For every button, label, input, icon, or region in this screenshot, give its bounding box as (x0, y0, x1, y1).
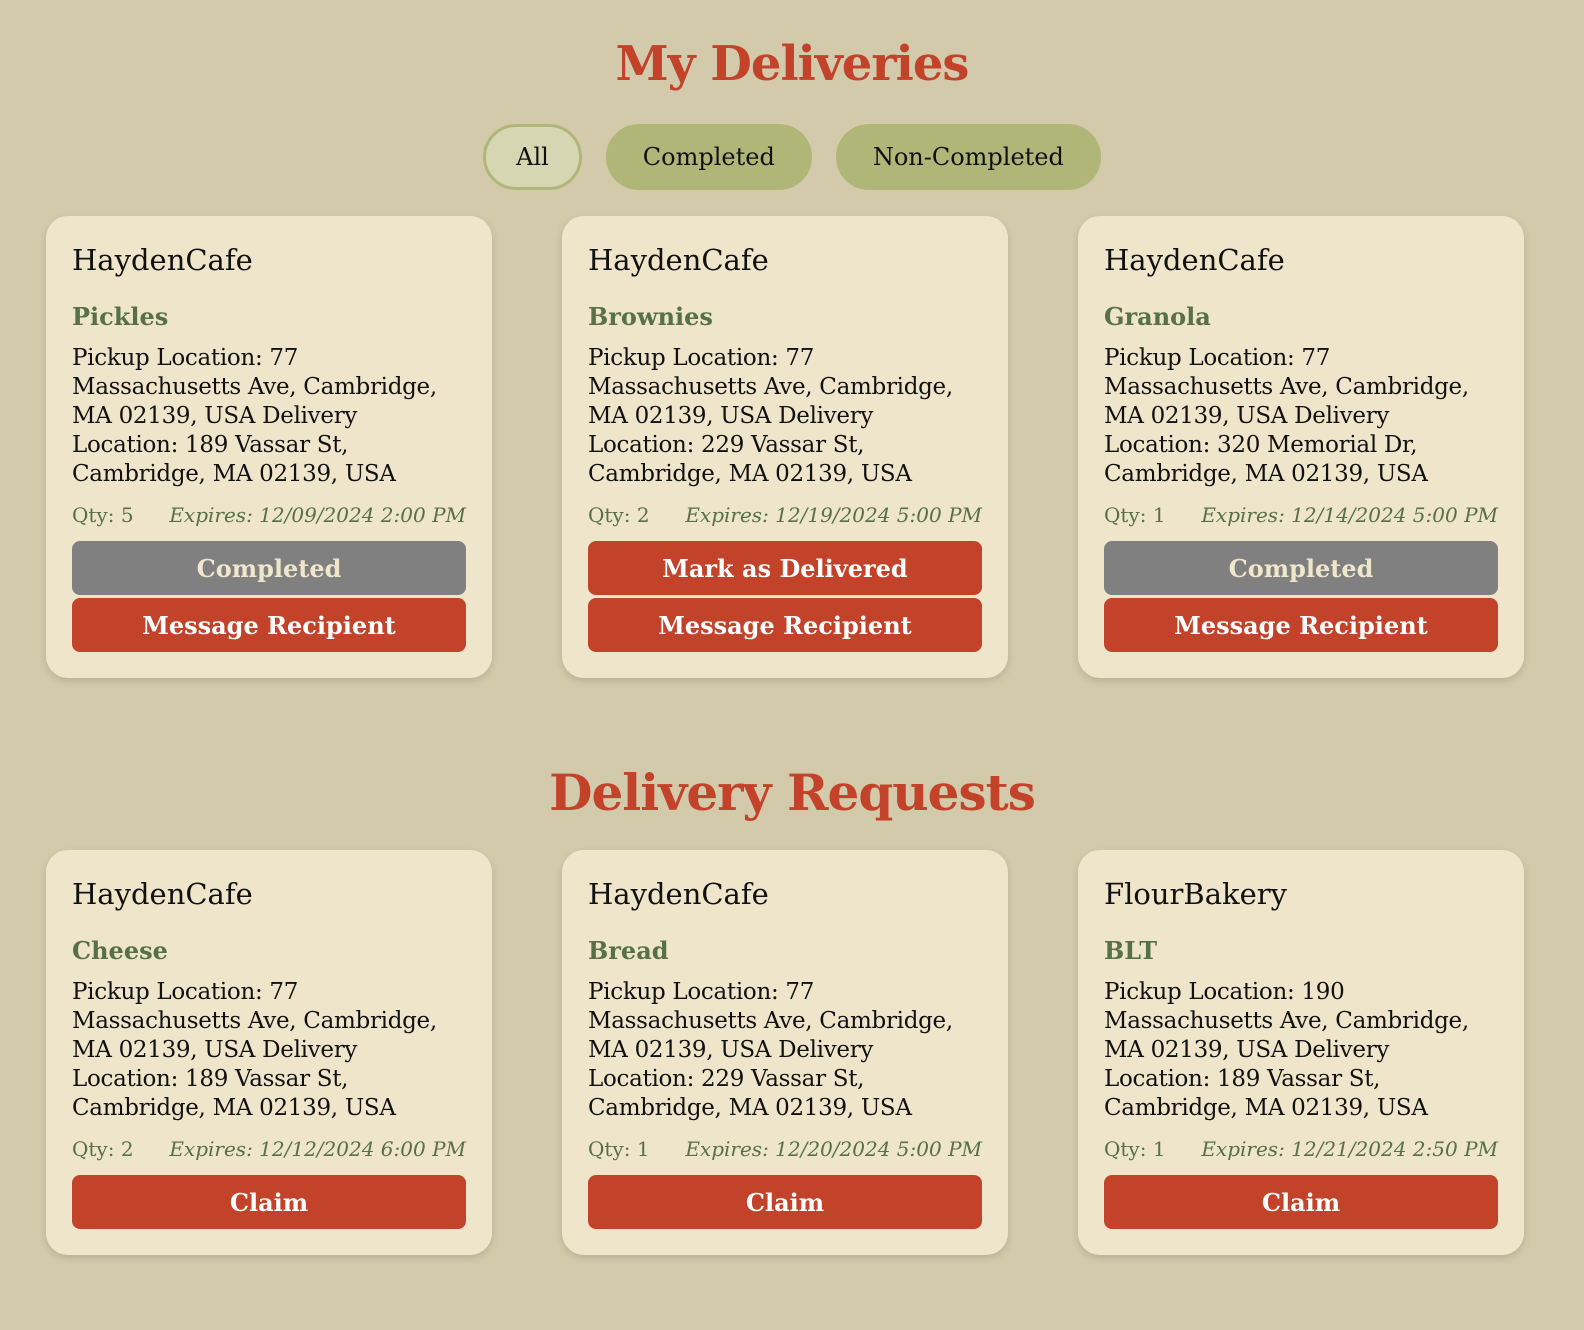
card-meta: Qty: 2 Expires: 12/12/2024 6:00 PM (72, 1137, 466, 1161)
expiration: Expires: 12/19/2024 5:00 PM (685, 503, 982, 527)
filter-non-completed-button[interactable]: Non-Completed (835, 124, 1101, 190)
delivery-filters: All Completed Non-Completed (0, 124, 1584, 190)
item-name: Cheese (72, 936, 168, 965)
card-meta: Qty: 1 Expires: 12/21/2024 2:50 PM (1104, 1137, 1498, 1161)
vendor-name: HaydenCafe (72, 243, 253, 277)
delivery-card: HaydenCafe Pickles Pickup Location: 77 M… (46, 216, 492, 678)
filter-completed-button[interactable]: Completed (605, 124, 812, 190)
item-name: Granola (1104, 302, 1211, 331)
vendor-name: FlourBakery (1104, 877, 1287, 911)
location-details: Pickup Location: 77 Massachusetts Ave, C… (1104, 345, 1469, 487)
vendor-name: HaydenCafe (1104, 243, 1285, 277)
delivery-requests-title: Delivery Requests (549, 763, 1036, 822)
expiration: Expires: 12/21/2024 2:50 PM (1201, 1137, 1498, 1161)
item-name: Brownies (588, 302, 713, 331)
location-details: Pickup Location: 77 Massachusetts Ave, C… (588, 979, 953, 1121)
item-name: BLT (1104, 936, 1158, 965)
delivery-requests-list: HaydenCafe Cheese Pickup Location: 77 Ma… (46, 850, 1584, 1255)
item-name: Bread (588, 936, 669, 965)
location-details: Pickup Location: 77 Massachusetts Ave, C… (72, 345, 437, 487)
location-details: Pickup Location: 190 Massachusetts Ave, … (1104, 979, 1469, 1121)
completed-button[interactable]: Completed (72, 541, 466, 595)
mark-as-delivered-button[interactable]: Mark as Delivered (588, 541, 982, 595)
request-card: FlourBakery BLT Pickup Location: 190 Mas… (1078, 850, 1524, 1255)
location-details: Pickup Location: 77 Massachusetts Ave, C… (72, 979, 437, 1121)
card-meta: Qty: 5 Expires: 12/09/2024 2:00 PM (72, 503, 466, 527)
quantity: Qty: 2 (588, 503, 650, 527)
vendor-name: HaydenCafe (72, 877, 253, 911)
quantity: Qty: 1 (1104, 1137, 1166, 1161)
quantity: Qty: 2 (72, 1137, 134, 1161)
filter-all-button[interactable]: All (483, 124, 582, 190)
expiration: Expires: 12/20/2024 5:00 PM (685, 1137, 982, 1161)
quantity: Qty: 1 (1104, 503, 1166, 527)
message-recipient-button[interactable]: Message Recipient (1104, 598, 1498, 652)
quantity: Qty: 1 (588, 1137, 650, 1161)
claim-button[interactable]: Claim (72, 1175, 466, 1229)
completed-button[interactable]: Completed (1104, 541, 1498, 595)
claim-button[interactable]: Claim (1104, 1175, 1498, 1229)
message-recipient-button[interactable]: Message Recipient (588, 598, 982, 652)
request-card: HaydenCafe Bread Pickup Location: 77 Mas… (562, 850, 1008, 1255)
expiration: Expires: 12/09/2024 2:00 PM (169, 503, 466, 527)
vendor-name: HaydenCafe (588, 877, 769, 911)
card-meta: Qty: 1 Expires: 12/20/2024 5:00 PM (588, 1137, 982, 1161)
message-recipient-button[interactable]: Message Recipient (72, 598, 466, 652)
location-details: Pickup Location: 77 Massachusetts Ave, C… (588, 345, 953, 487)
card-meta: Qty: 1 Expires: 12/14/2024 5:00 PM (1104, 503, 1498, 527)
expiration: Expires: 12/12/2024 6:00 PM (169, 1137, 466, 1161)
my-deliveries-title: My Deliveries (615, 36, 970, 92)
item-name: Pickles (72, 302, 169, 331)
delivery-card: HaydenCafe Granola Pickup Location: 77 M… (1078, 216, 1524, 678)
vendor-name: HaydenCafe (588, 243, 769, 277)
claim-button[interactable]: Claim (588, 1175, 982, 1229)
quantity: Qty: 5 (72, 503, 134, 527)
request-card: HaydenCafe Cheese Pickup Location: 77 Ma… (46, 850, 492, 1255)
delivery-card: HaydenCafe Brownies Pickup Location: 77 … (562, 216, 1008, 678)
expiration: Expires: 12/14/2024 5:00 PM (1201, 503, 1498, 527)
my-deliveries-list: HaydenCafe Pickles Pickup Location: 77 M… (46, 216, 1584, 678)
card-meta: Qty: 2 Expires: 12/19/2024 5:00 PM (588, 503, 982, 527)
